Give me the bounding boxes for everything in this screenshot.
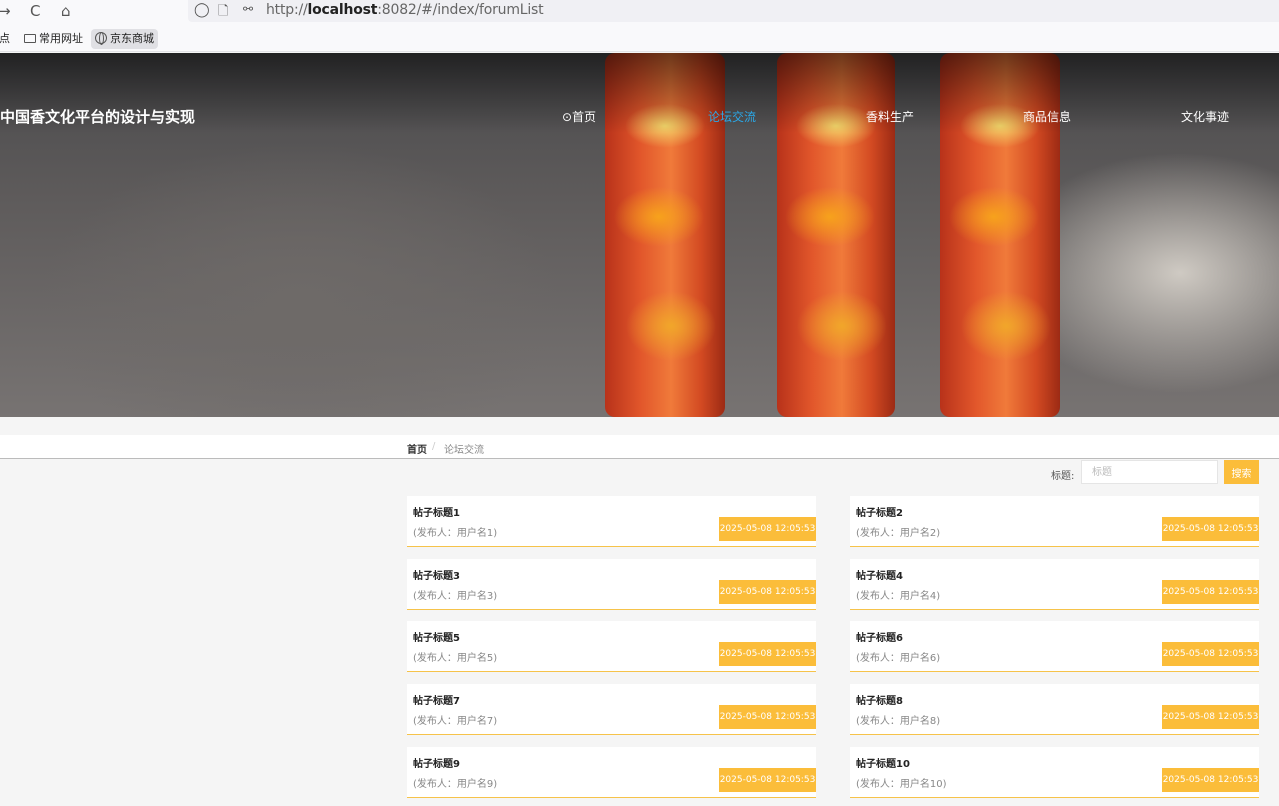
- post-author: (发布人：用户名8): [856, 716, 941, 727]
- post-time-badge: 2025-05-08 12:05:53: [1162, 517, 1259, 541]
- post-author: (发布人：用户名2): [856, 528, 941, 539]
- post-card[interactable]: 帖子标题7 (发布人：用户名7) 2025-05-08 12:05:53: [407, 684, 816, 735]
- nav-cultural-history[interactable]: 文化事迹: [1181, 108, 1229, 125]
- post-author: (发布人：用户名4): [856, 591, 941, 602]
- post-card[interactable]: 帖子标题4 (发布人：用户名4) 2025-05-08 12:05:53: [850, 559, 1259, 610]
- reload-icon[interactable]: C: [30, 0, 40, 22]
- nav-home[interactable]: ⊙首页: [562, 108, 596, 125]
- nav-product-info[interactable]: 商品信息: [1023, 108, 1071, 125]
- post-author: (发布人：用户名9): [413, 779, 498, 790]
- search-button[interactable]: 搜索: [1224, 460, 1259, 484]
- post-author: (发布人：用户名6): [856, 653, 941, 664]
- site-title: 中国香文化平台的设计与实现: [0, 108, 196, 126]
- folder-icon: [24, 34, 36, 43]
- post-title: 帖子标题7: [413, 696, 460, 707]
- post-time-badge: 2025-05-08 12:05:53: [1162, 768, 1259, 792]
- permissions-icon[interactable]: ⚯: [243, 2, 253, 16]
- post-author: (发布人：用户名3): [413, 591, 498, 602]
- post-time-badge: 2025-05-08 12:05:53: [1162, 642, 1259, 666]
- bookmark-sites[interactable]: 站点: [0, 29, 10, 49]
- post-time-badge: 2025-05-08 12:05:53: [719, 517, 816, 541]
- post-title: 帖子标题1: [413, 508, 460, 519]
- post-card[interactable]: 帖子标题10 (发布人：用户名10) 2025-05-08 12:05:53: [850, 747, 1259, 798]
- post-title: 帖子标题8: [856, 696, 903, 707]
- forward-arrow-icon[interactable]: →: [0, 0, 11, 22]
- post-title: 帖子标题3: [413, 571, 460, 582]
- nav-forum[interactable]: 论坛交流: [708, 108, 756, 125]
- post-author: (发布人：用户名5): [413, 653, 498, 664]
- post-card[interactable]: 帖子标题8 (发布人：用户名8) 2025-05-08 12:05:53: [850, 684, 1259, 735]
- post-card[interactable]: 帖子标题9 (发布人：用户名9) 2025-05-08 12:05:53: [407, 747, 816, 798]
- breadcrumb-separator: /: [432, 441, 436, 452]
- post-card[interactable]: 帖子标题3 (发布人：用户名3) 2025-05-08 12:05:53: [407, 559, 816, 610]
- post-title: 帖子标题10: [856, 759, 910, 770]
- post-author: (发布人：用户名7): [413, 716, 498, 727]
- post-card[interactable]: 帖子标题6 (发布人：用户名6) 2025-05-08 12:05:53: [850, 621, 1259, 672]
- breadcrumb-home[interactable]: 首页: [407, 441, 427, 456]
- address-bar[interactable]: ◯ 🗋 ⚯ http://localhost:8082/#/index/foru…: [188, 0, 1279, 22]
- bookmark-label: 京东商城: [110, 32, 154, 45]
- browser-toolbar: → C ⌂ ◯ 🗋 ⚯ http://localhost:8082/#/inde…: [0, 0, 1279, 26]
- bookmarks-bar: 站点 常用网址 京东商城: [0, 26, 1279, 52]
- bookmark-label: 常用网址: [39, 32, 83, 45]
- bookmark-common-urls[interactable]: 常用网址: [24, 29, 83, 49]
- home-icon[interactable]: ⌂: [61, 0, 71, 22]
- page-icon: 🗋: [218, 4, 229, 19]
- post-card[interactable]: 帖子标题1 (发布人：用户名1) 2025-05-08 12:05:53: [407, 496, 816, 547]
- post-time-badge: 2025-05-08 12:05:53: [719, 768, 816, 792]
- post-title: 帖子标题2: [856, 508, 903, 519]
- post-author: (发布人：用户名10): [856, 779, 947, 790]
- search-label: 标题:: [1051, 471, 1075, 482]
- post-time-badge: 2025-05-08 12:05:53: [1162, 705, 1259, 729]
- post-time-badge: 2025-05-08 12:05:53: [719, 642, 816, 666]
- search-input[interactable]: [1081, 460, 1218, 484]
- globe-icon: [95, 32, 107, 45]
- post-title: 帖子标题9: [413, 759, 460, 770]
- post-time-badge: 2025-05-08 12:05:53: [719, 580, 816, 604]
- post-time-badge: 2025-05-08 12:05:53: [719, 705, 816, 729]
- url-text[interactable]: http://localhost:8082/#/index/forumList: [266, 2, 544, 18]
- post-time-badge: 2025-05-08 12:05:53: [1162, 580, 1259, 604]
- breadcrumb: 首页 / 论坛交流: [0, 435, 1279, 459]
- post-author: (发布人：用户名1): [413, 528, 498, 539]
- post-title: 帖子标题6: [856, 633, 903, 644]
- post-title: 帖子标题5: [413, 633, 460, 644]
- bookmark-jd[interactable]: 京东商城: [91, 29, 158, 49]
- nav-spice-production[interactable]: 香料生产: [866, 108, 914, 125]
- post-card[interactable]: 帖子标题2 (发布人：用户名2) 2025-05-08 12:05:53: [850, 496, 1259, 547]
- shield-icon[interactable]: ◯: [194, 2, 210, 18]
- post-title: 帖子标题4: [856, 571, 903, 582]
- post-card[interactable]: 帖子标题5 (发布人：用户名5) 2025-05-08 12:05:53: [407, 621, 816, 672]
- breadcrumb-current: 论坛交流: [444, 445, 484, 456]
